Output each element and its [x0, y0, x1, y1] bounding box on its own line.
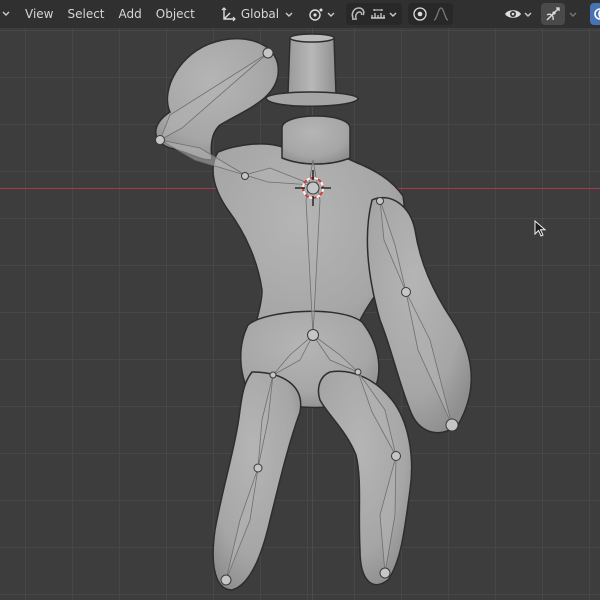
- snap-magnet-icon[interactable]: [349, 5, 367, 23]
- snap-group: [346, 3, 403, 25]
- eye-icon: [504, 5, 522, 23]
- editor-type-chevron-icon[interactable]: [0, 2, 12, 26]
- overlays-toggle[interactable]: [590, 3, 600, 25]
- viewport-header: View Select Add Object Global: [0, 0, 600, 28]
- menu-add[interactable]: Add: [112, 2, 149, 26]
- transform-orientation-dropdown[interactable]: Global: [216, 3, 298, 25]
- gizmo-icon: [544, 5, 562, 23]
- gizmo-chevron-icon[interactable]: [567, 7, 579, 21]
- 3d-viewport-canvas[interactable]: [0, 28, 600, 600]
- falloff-curve-icon[interactable]: [432, 5, 450, 23]
- proportional-editing-group: [408, 3, 454, 25]
- chevron-down-icon[interactable]: [387, 7, 399, 21]
- transform-orientation-icon: [219, 5, 237, 23]
- transform-orientation-value: Global: [240, 7, 280, 21]
- neck-mesh: [281, 115, 351, 165]
- snap-increment-icon[interactable]: [369, 5, 387, 23]
- gizmo-toggle[interactable]: [541, 3, 566, 25]
- chevron-down-icon: [283, 7, 295, 21]
- chevron-down-icon: [522, 7, 534, 21]
- mouse-pointer-icon: [534, 220, 547, 237]
- raised-arm-mesh: [155, 38, 279, 161]
- menu-select[interactable]: Select: [60, 2, 111, 26]
- right-leg-mesh: [317, 370, 413, 586]
- pivot-point-dropdown[interactable]: [304, 3, 340, 25]
- top-hat-mesh[interactable]: [265, 33, 359, 107]
- pivot-point-icon: [307, 5, 325, 23]
- left-leg-mesh: [212, 371, 302, 591]
- chevron-down-icon: [325, 7, 337, 21]
- menu-object[interactable]: Object: [149, 2, 202, 26]
- proportional-editing-icon[interactable]: [411, 5, 429, 23]
- overlays-icon: [593, 5, 600, 23]
- blender-3d-viewport-editor: View Select Add Object Global: [0, 0, 600, 600]
- selectability-visibility-dropdown[interactable]: [501, 3, 537, 25]
- menu-view[interactable]: View: [18, 2, 60, 26]
- character-model[interactable]: [0, 28, 600, 600]
